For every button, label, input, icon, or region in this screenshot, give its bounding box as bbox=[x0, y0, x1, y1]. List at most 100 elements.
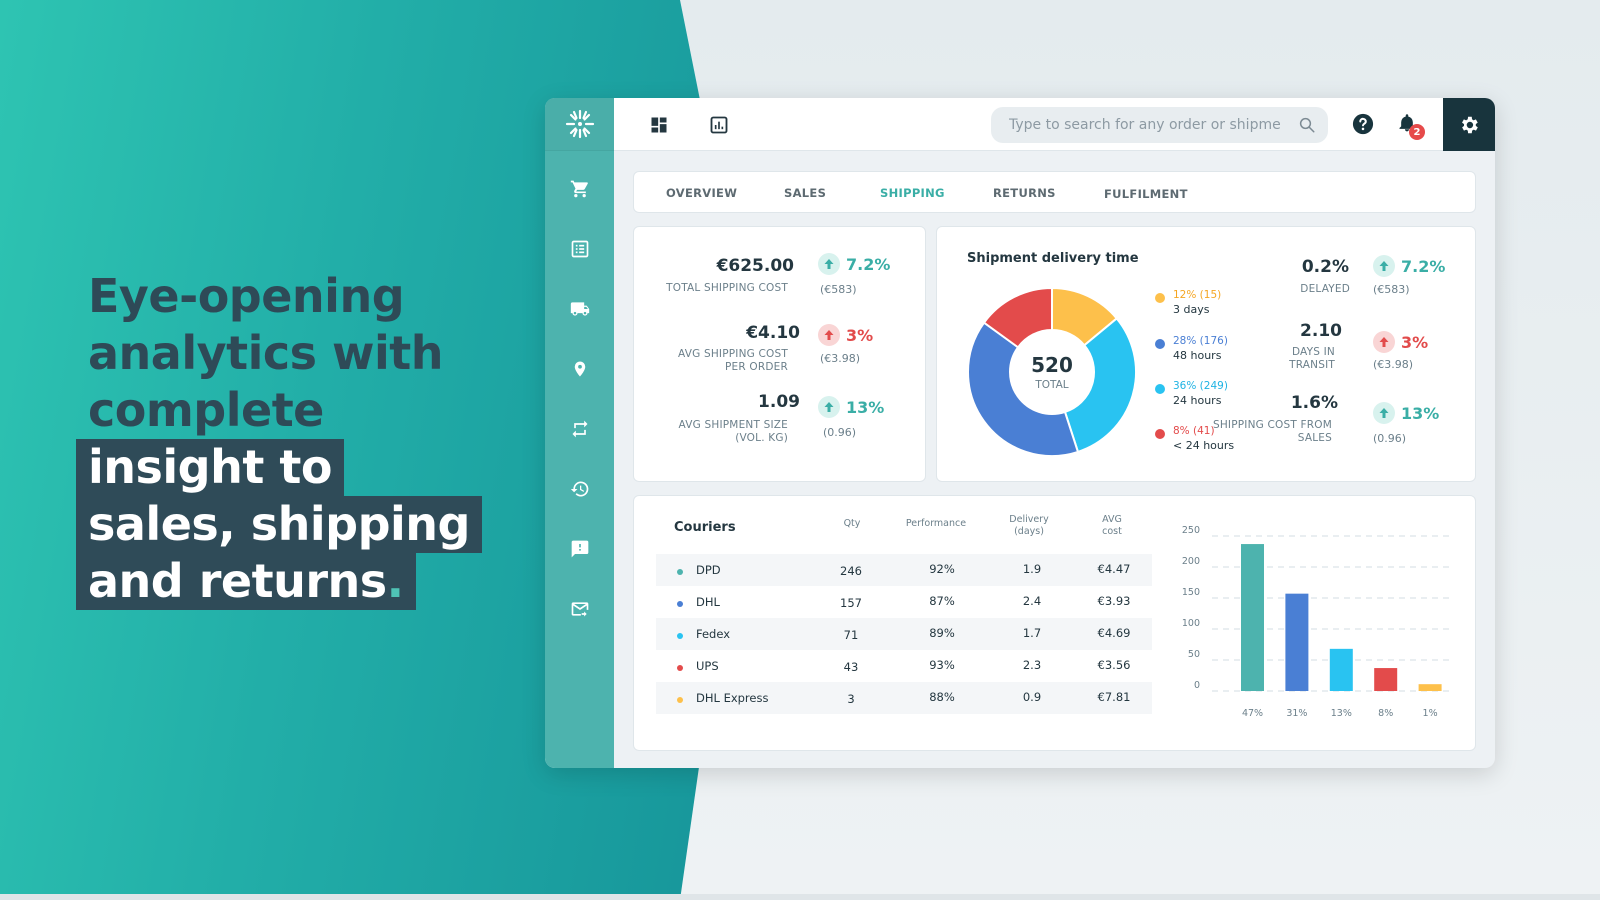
kpi-previous: (€583) bbox=[1373, 283, 1410, 296]
column-header-delivery[interactable]: Delivery (days) bbox=[1004, 514, 1054, 538]
legend-dot bbox=[1155, 429, 1165, 439]
analytics-button[interactable] bbox=[707, 113, 731, 137]
courier-delivery: 0.9 bbox=[1022, 690, 1042, 704]
courier-delivery: 1.7 bbox=[1022, 626, 1042, 640]
y-tick-label: 150 bbox=[1182, 587, 1200, 598]
sidebar-item-mail[interactable] bbox=[560, 589, 600, 629]
legend-desc: 24 hours bbox=[1173, 394, 1222, 407]
tabs-bar: OVERVIEW SALES SHIPPING RETURNS FULFILME… bbox=[633, 171, 1476, 213]
mail-forward-icon bbox=[571, 602, 588, 617]
sidebar-item-lists[interactable] bbox=[560, 229, 600, 269]
search-icon bbox=[1299, 117, 1315, 133]
hero-accent-dot: . bbox=[386, 554, 404, 608]
arrow-up-icon bbox=[818, 396, 840, 418]
arrow-up-icon bbox=[1373, 255, 1395, 277]
kpi-change-value: 13% bbox=[846, 397, 885, 417]
kpi-label: SHIPPING COST FROM SALES bbox=[1212, 419, 1332, 444]
kpi-previous: (0.96) bbox=[1373, 432, 1407, 445]
column-header-performance[interactable]: Performance bbox=[896, 518, 976, 530]
search-button[interactable] bbox=[1298, 116, 1316, 139]
x-tick-label: 47% bbox=[1242, 708, 1263, 719]
help-button[interactable] bbox=[1352, 113, 1374, 140]
donut-center: 520 TOTAL bbox=[967, 287, 1137, 457]
courier-dot bbox=[677, 601, 683, 607]
app-logo[interactable] bbox=[545, 98, 614, 151]
sidebar-nav bbox=[545, 151, 614, 649]
courier-avg-cost: €7.81 bbox=[1097, 690, 1131, 704]
table-row[interactable]: DHL Express 3 88% 0.9 €7.81 bbox=[656, 682, 1152, 714]
table-row[interactable]: Fedex 71 89% 1.7 €4.69 bbox=[656, 618, 1152, 650]
kpi-change-value: 3% bbox=[846, 325, 874, 345]
kpi-change-value: 3% bbox=[1401, 332, 1429, 352]
search-input[interactable] bbox=[991, 107, 1281, 143]
history-icon bbox=[570, 481, 588, 497]
settings-button[interactable] bbox=[1443, 98, 1495, 151]
hero-line: complete bbox=[88, 383, 324, 437]
tab-fulfilment[interactable]: FULFILMENT bbox=[1104, 187, 1188, 201]
courier-dot bbox=[677, 633, 683, 639]
column-header-qty[interactable]: Qty bbox=[832, 518, 872, 530]
table-row[interactable]: DHL 157 87% 2.4 €3.93 bbox=[656, 586, 1152, 618]
sidebar-item-shipments[interactable] bbox=[560, 289, 600, 329]
kpi-change-value: 7.2% bbox=[846, 254, 891, 274]
legend-dot bbox=[1155, 293, 1165, 303]
tab-overview[interactable]: OVERVIEW bbox=[666, 186, 737, 200]
courier-performance: 92% bbox=[929, 562, 955, 576]
kpi-previous: (0.96) bbox=[823, 426, 857, 439]
courier-qty: 43 bbox=[843, 660, 859, 674]
column-header-avg-cost[interactable]: AVG cost bbox=[1092, 514, 1132, 538]
bar[interactable] bbox=[1241, 544, 1264, 691]
kpi-change: 7.2% bbox=[818, 253, 890, 275]
kpi-label: DELAYED bbox=[1300, 283, 1350, 295]
sidebar-item-tracking[interactable] bbox=[560, 349, 600, 389]
starburst-logo-icon bbox=[565, 109, 594, 139]
bar[interactable] bbox=[1374, 668, 1398, 691]
courier-avg-cost: €3.93 bbox=[1097, 594, 1131, 608]
bar[interactable] bbox=[1329, 648, 1353, 691]
courier-name: DPD bbox=[696, 563, 721, 577]
kpi-previous: (€583) bbox=[820, 283, 857, 296]
courier-qty: 3 bbox=[847, 692, 855, 706]
kpi-label: TOTAL SHIPPING COST bbox=[666, 282, 788, 294]
courier-performance: 87% bbox=[929, 594, 955, 608]
hero-highlight-line: sales, shipping bbox=[76, 496, 482, 553]
dashboard-button[interactable] bbox=[647, 113, 671, 137]
sidebar-item-returns[interactable] bbox=[560, 409, 600, 449]
courier-name: Fedex bbox=[696, 627, 731, 641]
x-tick-label: 13% bbox=[1331, 708, 1352, 719]
bar[interactable] bbox=[1418, 684, 1442, 691]
table-row[interactable]: DPD 246 92% 1.9 €4.47 bbox=[656, 554, 1152, 586]
bar[interactable] bbox=[1285, 593, 1309, 691]
kpi-previous: (€3.98) bbox=[1373, 358, 1414, 371]
courier-performance: 89% bbox=[929, 626, 955, 640]
courier-avg-cost: €4.69 bbox=[1097, 626, 1131, 640]
kpi-change: 3% bbox=[818, 324, 873, 346]
table-row[interactable]: UPS 43 93% 2.3 €3.56 bbox=[656, 650, 1152, 682]
kpi-change-value: 7.2% bbox=[1401, 256, 1446, 276]
courier-performance: 88% bbox=[929, 690, 955, 704]
sidebar-item-orders[interactable] bbox=[560, 169, 600, 209]
sidebar-item-feedback[interactable] bbox=[560, 529, 600, 569]
tab-returns[interactable]: RETURNS bbox=[993, 186, 1056, 200]
legend-desc: 3 days bbox=[1173, 303, 1210, 316]
courier-delivery: 2.3 bbox=[1022, 658, 1042, 672]
y-tick-label: 250 bbox=[1182, 525, 1200, 536]
tab-shipping[interactable]: SHIPPING bbox=[880, 186, 945, 200]
courier-qty: 71 bbox=[843, 628, 859, 642]
kpi-change-value: 13% bbox=[1401, 403, 1440, 423]
kpi-value: €625.00 bbox=[716, 256, 794, 276]
legend-percent: 12% (15) bbox=[1173, 289, 1222, 301]
legend-dot bbox=[1155, 339, 1165, 349]
sidebar-item-history[interactable] bbox=[560, 469, 600, 509]
legend-percent: 8% (41) bbox=[1173, 425, 1215, 437]
y-tick-label: 50 bbox=[1188, 649, 1200, 660]
courier-name: DHL bbox=[696, 595, 720, 609]
courier-name: DHL Express bbox=[696, 691, 769, 705]
courier-performance: 93% bbox=[929, 658, 955, 672]
location-pin-icon bbox=[574, 361, 585, 377]
tab-sales[interactable]: SALES bbox=[784, 186, 826, 200]
kpi-label: AVG SHIPMENT SIZE (VOL. KG) bbox=[678, 419, 788, 444]
kpi-value: 1.6% bbox=[1290, 393, 1338, 413]
sidebar bbox=[545, 98, 614, 768]
courier-name: UPS bbox=[696, 659, 719, 673]
